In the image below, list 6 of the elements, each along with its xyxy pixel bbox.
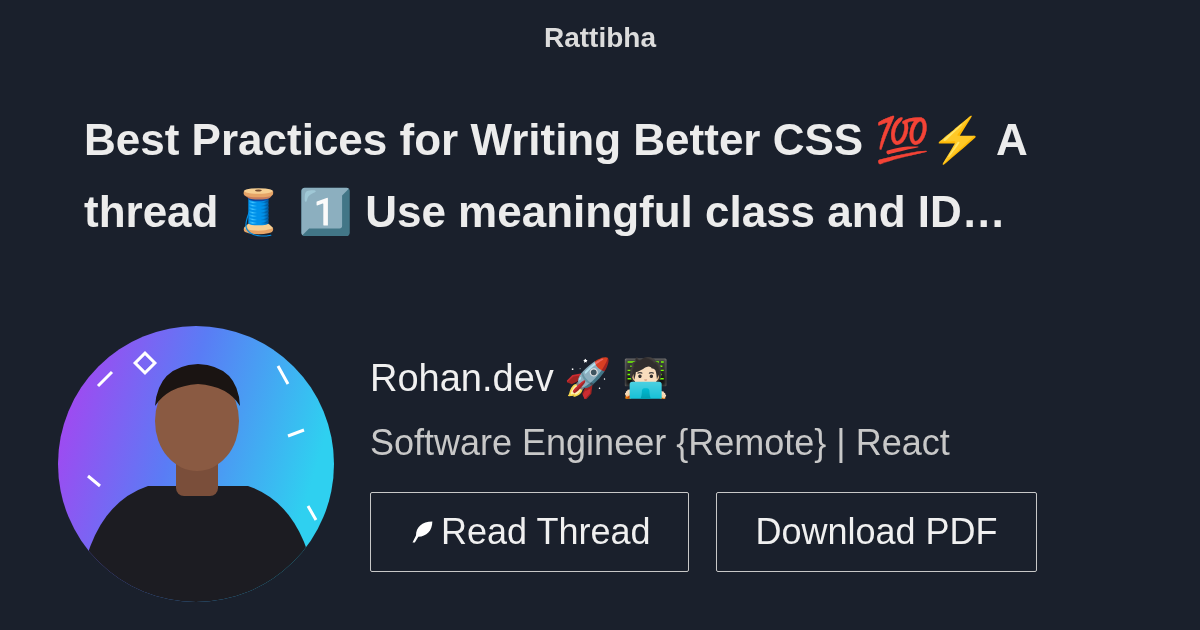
thread-headline: Best Practices for Writing Better CSS 💯⚡ A thread 🧵 1⃣ Use meaningful class and ID…	[84, 114, 1028, 239]
site-name: Rattibha	[543, 22, 658, 54]
author-name: Rohan.dev 🚀 🧑🏻‍💻	[370, 356, 670, 400]
download-button[interactable]: Download PDF	[716, 492, 1037, 572]
author-bio: Software Engineer {Remote} | React	[370, 422, 951, 464]
read-thread-button[interactable]: Read Thread	[370, 492, 690, 572]
